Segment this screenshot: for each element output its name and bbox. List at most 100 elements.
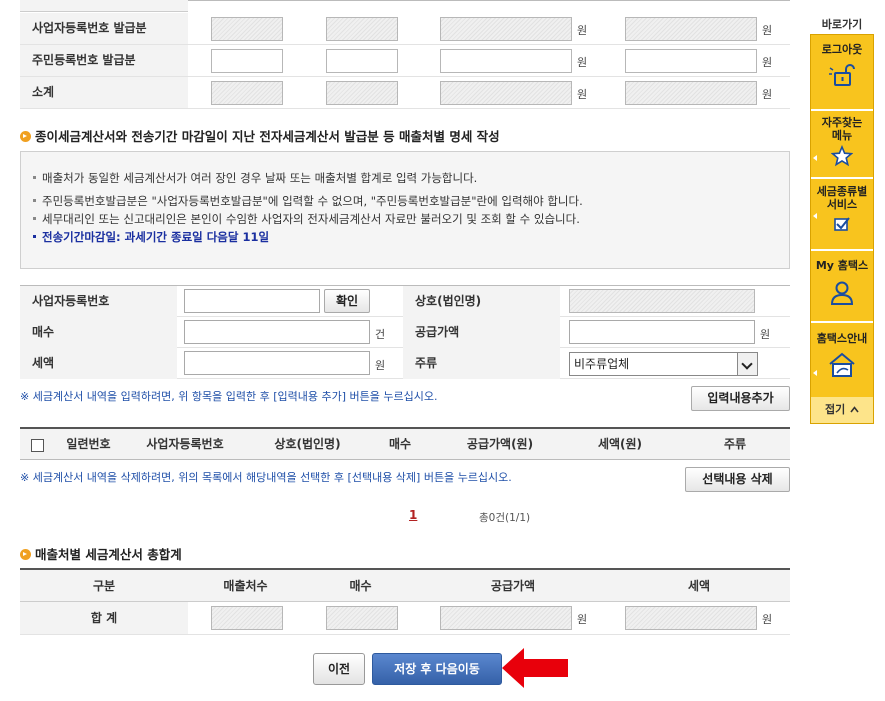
company-field xyxy=(569,289,755,313)
input-field[interactable] xyxy=(211,49,283,73)
quick-menu: 바로가기 로그아웃 자주찾는 메뉴 세금종류별 서비스 My 홈택스 홈택스안내… xyxy=(810,12,874,425)
count-unit: 건 xyxy=(375,328,386,341)
company-label: 상호(법인명) xyxy=(403,286,560,317)
tax-unit: 원 xyxy=(375,359,386,372)
column-header: 매출처수 xyxy=(223,579,268,593)
quick-item-tax-services[interactable]: 세금종류별 서비스 xyxy=(811,185,873,236)
entry-form: 사업자등록번호 확인 상호(법인명) 매수 건 공급가액 원 세액 원 주류 비… xyxy=(20,285,790,381)
confirm-button[interactable]: 확인 xyxy=(324,289,370,313)
count-input[interactable] xyxy=(184,320,370,344)
notice-box: 매출처가 동일한 세금계산서가 여러 장인 경우 날짜 또는 매출처별 합계로 … xyxy=(20,151,790,269)
collapse-label: 접기 xyxy=(824,403,846,416)
readonly-field xyxy=(326,81,398,105)
input-field[interactable] xyxy=(326,49,398,73)
checkbox-icon xyxy=(834,217,850,231)
section-title-text: 종이세금계산서와 전송기간 마감일이 지난 전자세금계산서 발급분 등 매출처별… xyxy=(35,129,500,144)
chevron-left-icon xyxy=(813,155,817,161)
row-label: 합 계 xyxy=(20,602,188,634)
add-hint: ※ 세금계산서 내역을 입력하려면, 위 항목을 입력한 후 [입력내용 추가]… xyxy=(20,390,438,403)
column-header: 공급가액(원) xyxy=(466,437,534,451)
tax-label: 세액 xyxy=(20,348,177,379)
total-count: 총0건(1/1) xyxy=(479,512,531,524)
column-header: 구분 xyxy=(92,579,116,593)
quick-item-label: 자주찾는 메뉴 xyxy=(821,116,863,142)
prev-button[interactable]: 이전 xyxy=(313,653,365,685)
column-header: 매수 xyxy=(349,579,372,593)
section-title-text: 매출처별 세금계산서 총합계 xyxy=(35,547,182,562)
unit-label: 원 xyxy=(762,88,773,101)
home-guide-icon xyxy=(829,352,855,377)
delete-selected-button[interactable]: 선택내용 삭제 xyxy=(685,467,790,492)
table-row: 주민등록번호 발급분 원 원 xyxy=(20,45,790,77)
column-header: 사업자등록번호 xyxy=(146,437,224,451)
column-header: 상호(법인명) xyxy=(274,437,341,451)
quick-item-label: 홈택스안내 xyxy=(816,332,868,345)
chevron-left-icon xyxy=(813,370,817,376)
page-number-link[interactable]: 1 xyxy=(409,508,417,522)
readonly-field xyxy=(326,606,398,630)
collapse-button[interactable]: 접기 xyxy=(811,397,873,423)
column-header: 주류 xyxy=(723,437,747,451)
notice-item: 세무대리인 또는 신고대리인은 본인이 수임한 사업자의 전자세금계산서 자료만… xyxy=(33,211,580,227)
quick-item-label: 세금종류별 서비스 xyxy=(816,185,868,211)
bullet-icon xyxy=(20,131,31,142)
header-stub xyxy=(20,0,188,12)
tax-input[interactable] xyxy=(184,351,370,375)
input-field[interactable] xyxy=(440,49,572,73)
star-icon xyxy=(830,144,854,167)
unlock-icon xyxy=(829,64,855,86)
total-summary-table: 구분 매출처수 매수 공급가액 세액 합 계 원 원 xyxy=(20,568,790,635)
column-header: 세액 xyxy=(687,579,711,593)
column-header: 세액(원) xyxy=(597,437,643,451)
unit-label: 원 xyxy=(762,56,773,69)
unit-label: 원 xyxy=(577,88,588,101)
quick-item-label: My 홈택스 xyxy=(815,259,869,272)
readonly-field xyxy=(625,17,757,41)
save-next-button[interactable]: 저장 후 다음이동 xyxy=(372,653,502,685)
top-summary-table: 사업자등록번호 발급분 원 원 주민등록번호 발급분 원 원 소계 원 원 xyxy=(20,0,790,109)
pointer-arrow-icon xyxy=(502,648,568,688)
column-header: 매수 xyxy=(388,437,412,451)
divider xyxy=(811,109,873,111)
quick-item-my-hometax[interactable]: My 홈택스 xyxy=(811,259,873,309)
delete-hint: ※ 세금계산서 내역을 삭제하려면, 위의 목록에서 해당내역을 선택한 후 [… xyxy=(20,471,512,484)
readonly-field xyxy=(625,606,757,630)
unit-label: 원 xyxy=(577,24,588,37)
count-label: 매수 xyxy=(20,317,177,348)
unit-label: 원 xyxy=(577,56,588,69)
notice-deadline: 전송기간마감일: 과세기간 종료일 다음달 11일 xyxy=(33,229,269,245)
column-header: 일련번호 xyxy=(66,437,111,451)
quick-menu-body: 로그아웃 자주찾는 메뉴 세금종류별 서비스 My 홈택스 홈택스안내 접기 xyxy=(810,34,874,424)
biz-no-input[interactable] xyxy=(184,289,320,313)
row-label: 사업자등록번호 발급분 xyxy=(20,13,188,44)
table-row: 소계 원 원 xyxy=(20,77,790,109)
divider xyxy=(811,249,873,251)
readonly-field xyxy=(625,81,757,105)
divider xyxy=(811,177,873,179)
supply-label: 공급가액 xyxy=(403,317,560,348)
quick-menu-title: 바로가기 xyxy=(821,18,863,31)
form-row: 세액 원 주류 비주류업체 xyxy=(20,348,790,379)
readonly-field xyxy=(211,81,283,105)
quick-item-label: 로그아웃 xyxy=(821,43,863,56)
table-row: 사업자등록번호 발급분 원 원 xyxy=(20,13,790,45)
divider xyxy=(811,321,873,323)
section-title: 종이세금계산서와 전송기간 마감일이 지난 전자세금계산서 발급분 등 매출처별… xyxy=(20,126,500,145)
readonly-field xyxy=(211,17,283,41)
notice-item: 주민등록번호발급분은 "사업자등록번호발급분"에 입력할 수 없으며, "주민등… xyxy=(33,193,583,209)
input-field[interactable] xyxy=(625,49,757,73)
section-title: 매출처별 세금계산서 총합계 xyxy=(20,544,182,563)
supply-input[interactable] xyxy=(569,320,755,344)
add-entry-button[interactable]: 입력내용추가 xyxy=(691,386,790,411)
chevron-down-icon[interactable] xyxy=(737,353,757,375)
select-all-checkbox[interactable] xyxy=(31,439,44,452)
kind-selected-value: 비주류업체 xyxy=(574,357,630,371)
quick-item-guide[interactable]: 홈택스안내 xyxy=(811,332,873,382)
kind-label: 주류 xyxy=(403,348,560,379)
quick-item-logout[interactable]: 로그아웃 xyxy=(811,43,873,91)
quick-item-favorites[interactable]: 자주찾는 메뉴 xyxy=(811,116,873,170)
kind-select[interactable]: 비주류업체 xyxy=(569,352,758,376)
column-header: 공급가액 xyxy=(490,579,536,593)
unit-label: 원 xyxy=(762,24,773,37)
bullet-icon xyxy=(20,549,31,560)
